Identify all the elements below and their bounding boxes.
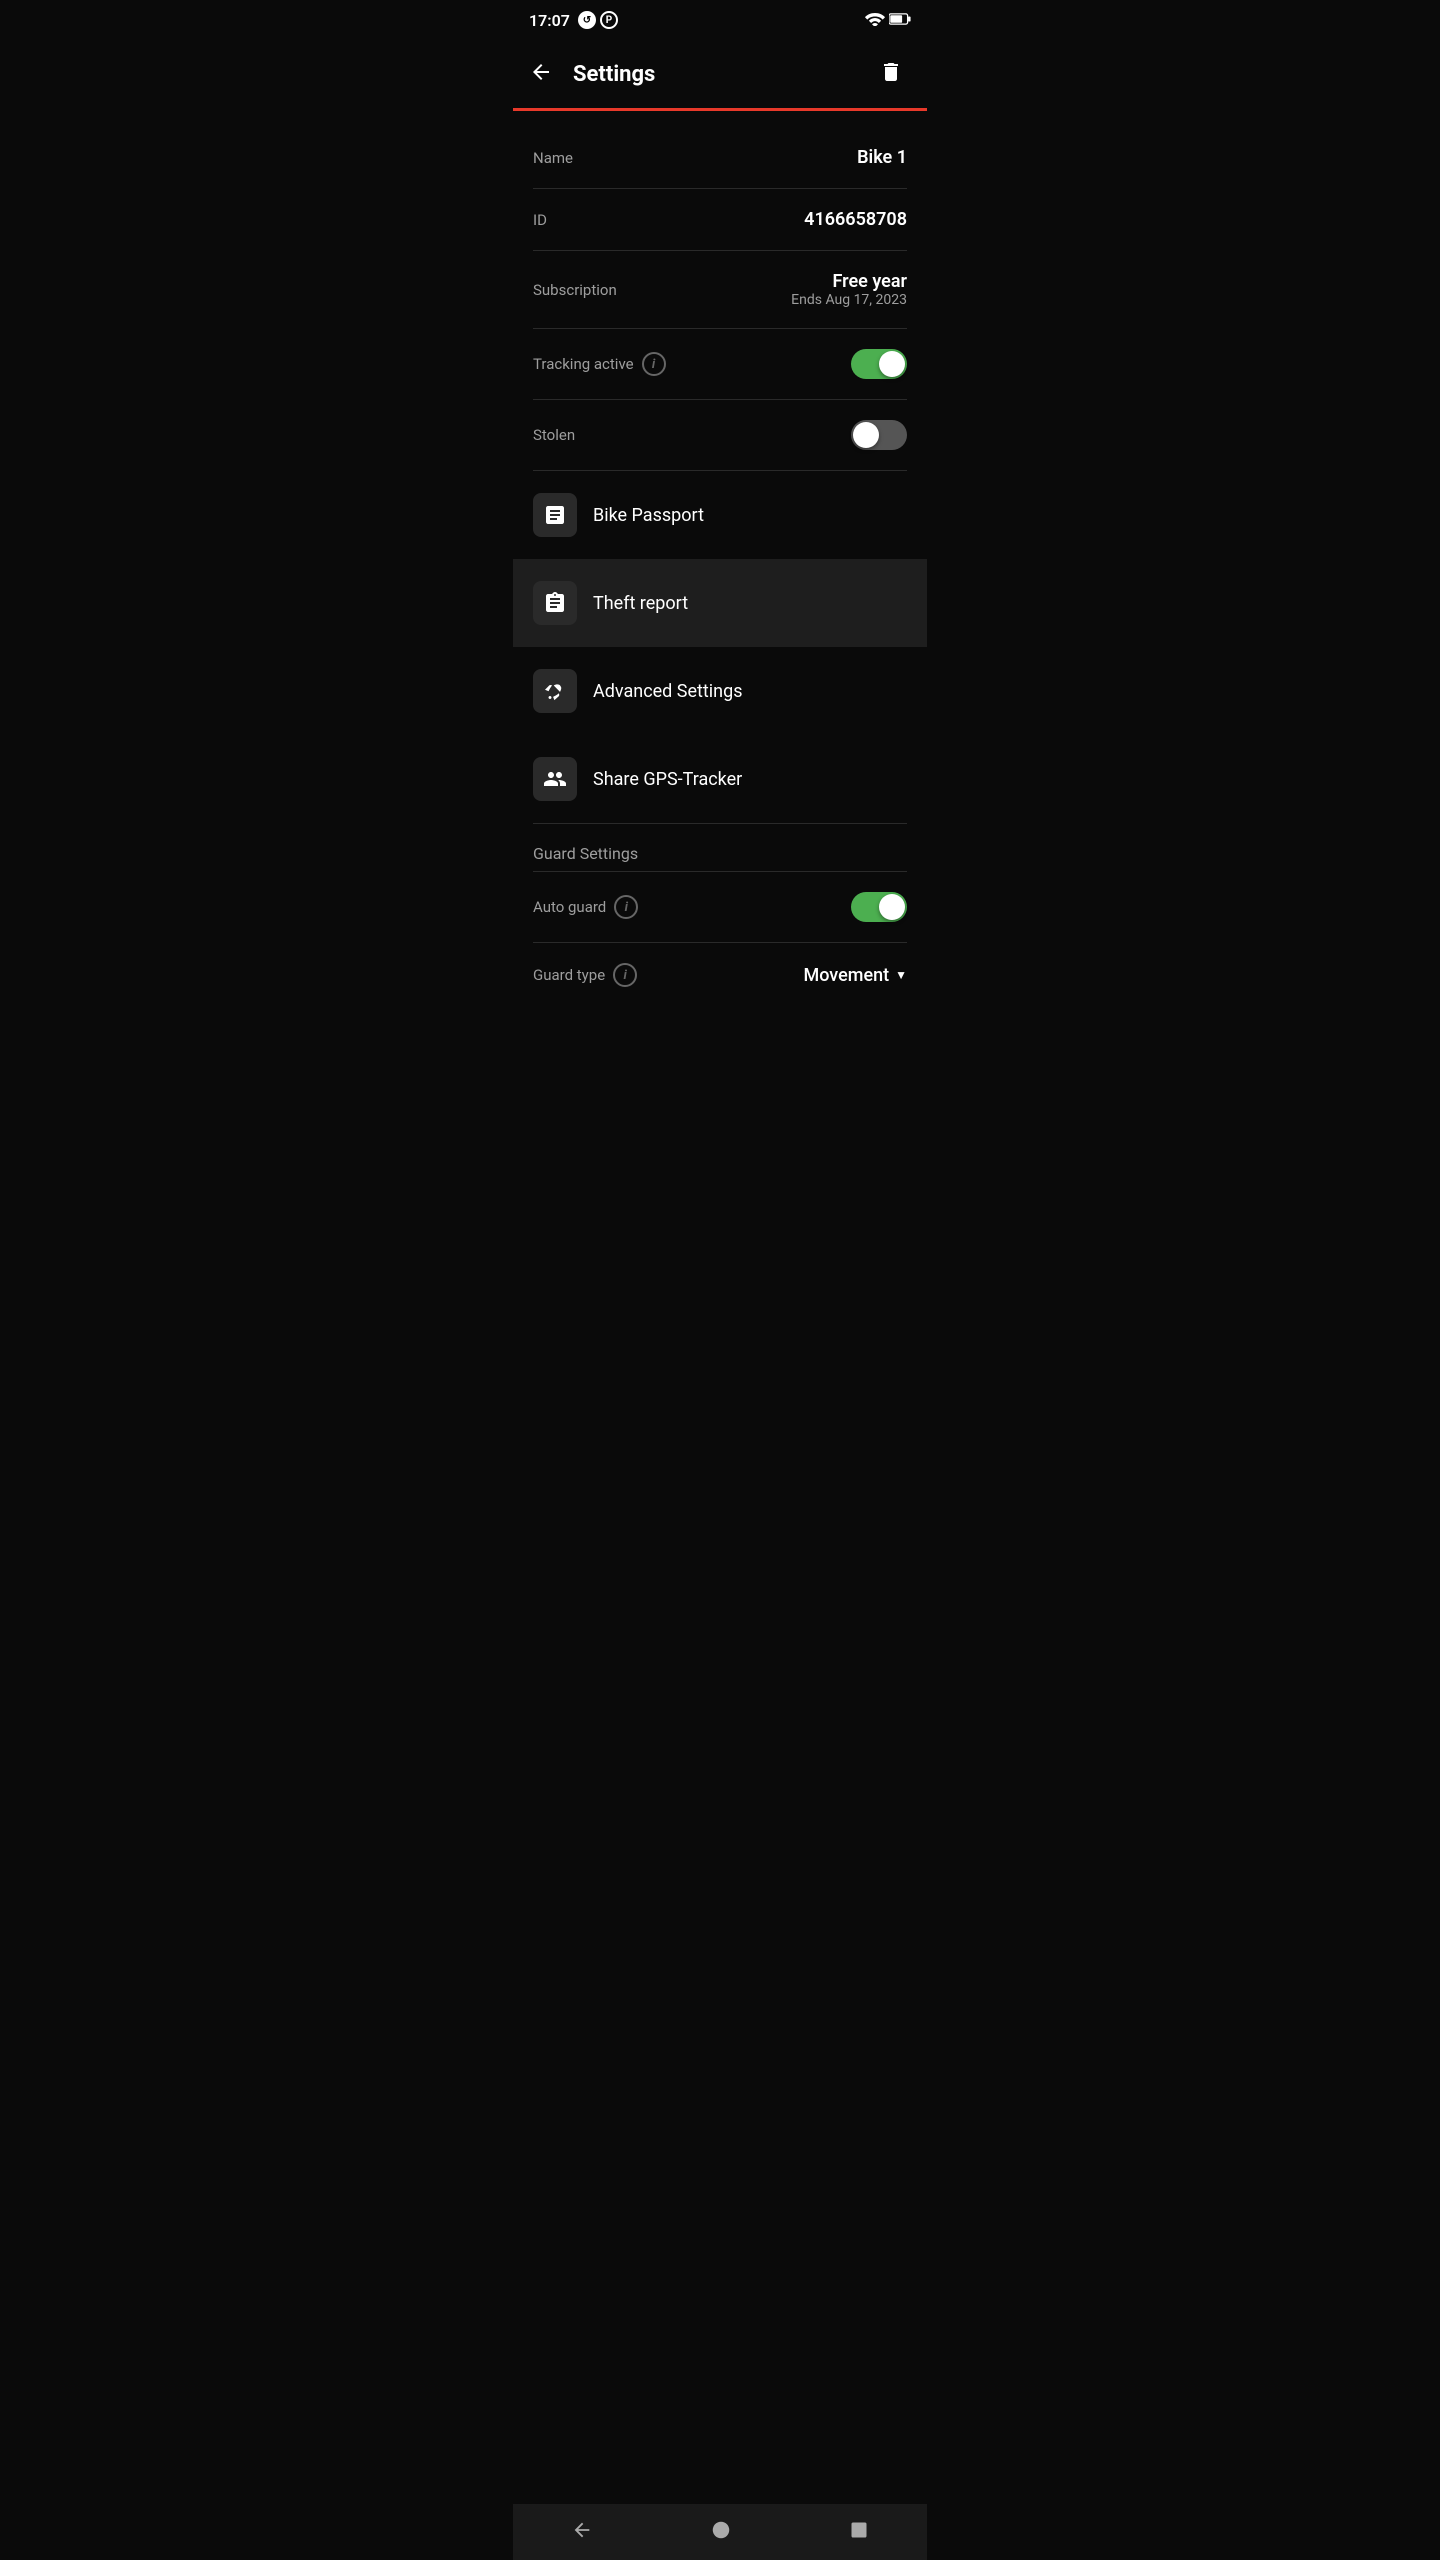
theft-report-icon-container (533, 581, 577, 625)
passport-icon (543, 503, 567, 527)
theft-report-item[interactable]: Theft report (513, 559, 927, 647)
rocket-icon (543, 679, 567, 703)
auto-guard-toggle-thumb (879, 894, 905, 920)
status-bar: 17:07 ↺ P (513, 0, 927, 40)
delete-button[interactable] (871, 52, 911, 96)
id-label: ID (533, 211, 547, 229)
name-value: Bike 1 (857, 147, 907, 168)
name-label: Name (533, 149, 573, 167)
bike-passport-item[interactable]: Bike Passport (513, 471, 927, 559)
tracking-toggle[interactable] (851, 349, 907, 379)
tracking-info-icon[interactable]: i (642, 352, 666, 376)
name-row: Name Bike 1 (513, 127, 927, 188)
share-gps-item[interactable]: Share GPS-Tracker (513, 735, 927, 823)
auto-guard-toggle[interactable] (851, 892, 907, 922)
subscription-value-stack: Free year Ends Aug 17, 2023 (791, 271, 907, 308)
stolen-row: Stolen (513, 400, 927, 470)
id-row: ID 4166658708 (513, 189, 927, 250)
clipboard-icon (543, 591, 567, 615)
wifi-icon (865, 10, 885, 30)
guard-type-label: Guard type (533, 966, 605, 984)
nav-left: Settings (521, 52, 655, 96)
subscription-sub-value: Ends Aug 17, 2023 (791, 292, 907, 308)
tracking-label-container: Tracking active i (533, 352, 666, 376)
battery-icon (889, 11, 911, 30)
share-gps-label: Share GPS-Tracker (593, 769, 742, 790)
auto-guard-row: Auto guard i (513, 872, 927, 942)
theft-report-label: Theft report (593, 593, 688, 614)
top-nav: Settings (513, 40, 927, 108)
guard-type-dropdown[interactable]: Movement ▼ (803, 965, 907, 986)
status-icons: ↺ P (578, 11, 618, 29)
back-nav-button[interactable] (559, 2507, 605, 2557)
auto-guard-label-container: Auto guard i (533, 895, 638, 919)
back-button[interactable] (521, 52, 561, 96)
guard-type-info-icon[interactable]: i (613, 963, 637, 987)
stolen-toggle[interactable] (851, 420, 907, 450)
tracking-active-label: Tracking active (533, 355, 634, 373)
stolen-toggle-thumb (853, 422, 879, 448)
signal-icons (865, 10, 911, 30)
share-icon (543, 767, 567, 791)
guard-type-label-container: Guard type i (533, 963, 637, 987)
bottom-nav (513, 2504, 927, 2560)
subscription-value: Free year (791, 271, 907, 292)
chevron-down-icon: ▼ (895, 968, 907, 982)
subscription-label: Subscription (533, 281, 617, 299)
bike-passport-label: Bike Passport (593, 505, 704, 526)
subscription-row: Subscription Free year Ends Aug 17, 2023 (513, 251, 927, 328)
stolen-label: Stolen (533, 426, 575, 444)
tracking-toggle-thumb (879, 351, 905, 377)
guard-type-row: Guard type i Movement ▼ (513, 943, 927, 1007)
bike-passport-icon-container (533, 493, 577, 537)
app2-icon: P (600, 11, 618, 29)
app1-icon: ↺ (578, 11, 596, 29)
advanced-settings-item[interactable]: Advanced Settings (513, 647, 927, 735)
advanced-settings-label: Advanced Settings (593, 681, 743, 702)
home-nav-button[interactable] (698, 2507, 744, 2557)
page-title: Settings (573, 62, 655, 87)
recent-nav-button[interactable] (837, 2508, 881, 2556)
status-left: 17:07 ↺ P (529, 11, 618, 30)
auto-guard-label: Auto guard (533, 898, 606, 916)
guard-type-value: Movement (803, 965, 889, 986)
guard-settings-header: Guard Settings (513, 824, 927, 871)
auto-guard-info-icon[interactable]: i (614, 895, 638, 919)
share-gps-icon-container (533, 757, 577, 801)
settings-content: Name Bike 1 ID 4166658708 Subscription F… (513, 111, 927, 1023)
status-time: 17:07 (529, 11, 570, 30)
tracking-active-row: Tracking active i (513, 329, 927, 399)
advanced-settings-icon-container (533, 669, 577, 713)
id-value: 4166658708 (804, 209, 907, 230)
